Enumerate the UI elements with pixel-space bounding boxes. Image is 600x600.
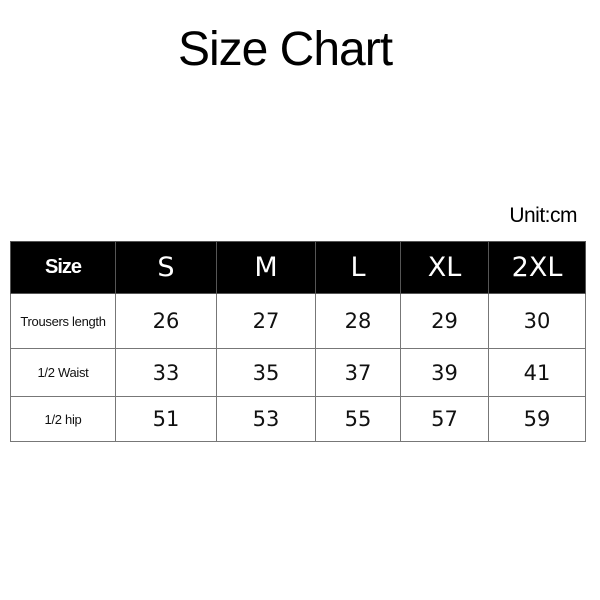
row-label: Trousers length	[10, 293, 116, 349]
table-cell: 27	[216, 293, 316, 349]
table-row: 1/2 hip 51 53 55 57 59	[10, 396, 586, 442]
header-cell: M	[216, 241, 316, 294]
table-row: 1/2 Waist 33 35 37 39 41	[10, 348, 586, 397]
table-cell: 37	[315, 348, 401, 397]
header-cell: S	[115, 241, 217, 294]
table-cell: 55	[315, 396, 401, 442]
table-cell: 29	[400, 293, 489, 349]
page-title: Size Chart	[177, 23, 393, 76]
row-label: 1/2 hip	[10, 396, 116, 442]
header-cell: Size	[10, 241, 116, 294]
table-cell: 33	[115, 348, 217, 397]
table-cell: 28	[315, 293, 401, 349]
table-row: Trousers length 26 27 28 29 30	[10, 293, 586, 349]
table-cell: 59	[488, 396, 586, 442]
unit-label: Unit:cm	[509, 204, 577, 227]
table-cell: 53	[216, 396, 316, 442]
header-cell: L	[315, 241, 401, 294]
header-cell: 2XL	[488, 241, 586, 294]
table-cell: 51	[115, 396, 217, 442]
table-cell: 41	[488, 348, 586, 397]
table-cell: 30	[488, 293, 586, 349]
table-cell: 26	[115, 293, 217, 349]
table-cell: 57	[400, 396, 489, 442]
header-cell: XL	[400, 241, 489, 294]
header-row: Size S M L XL 2XL	[10, 241, 586, 294]
row-label: 1/2 Waist	[10, 348, 116, 397]
table-cell: 39	[400, 348, 489, 397]
size-chart-table: Size S M L XL 2XL Trousers length 26 27 …	[10, 241, 586, 442]
table-cell: 35	[216, 348, 316, 397]
